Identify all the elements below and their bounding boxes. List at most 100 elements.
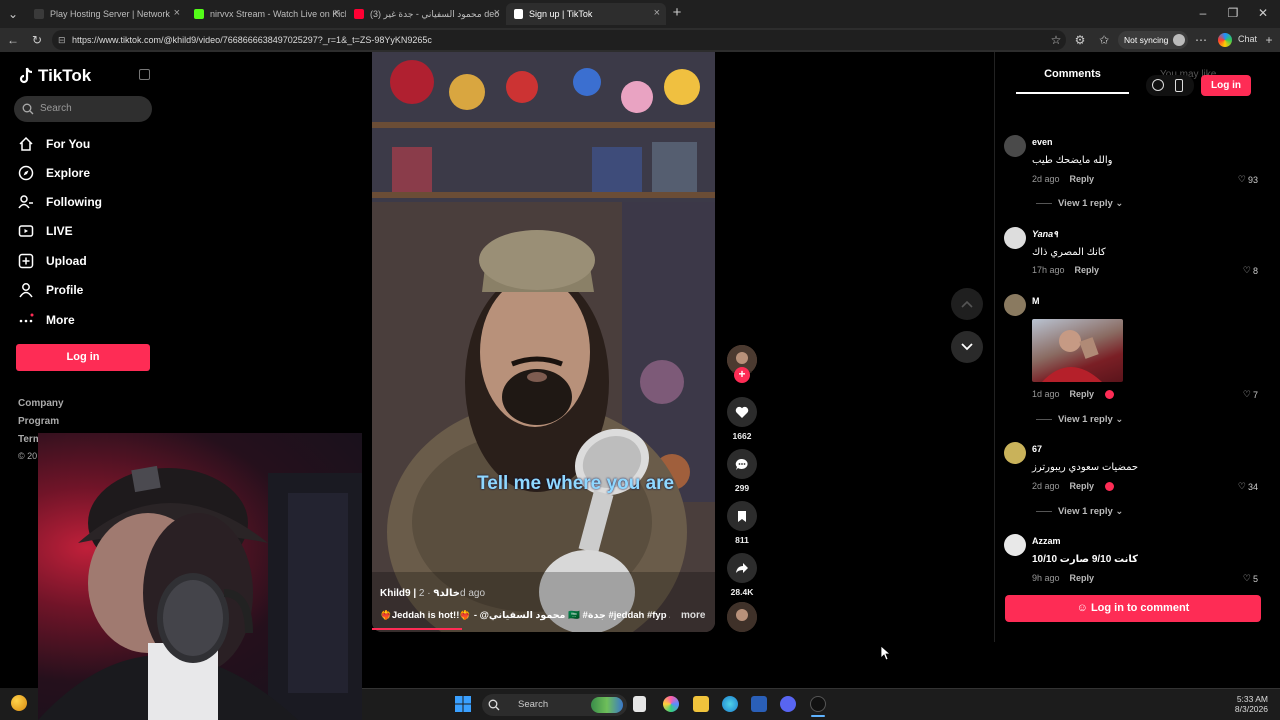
avatar[interactable] [1004,442,1026,464]
header-login-button[interactable]: Log in [1201,75,1251,96]
login-to-comment-button[interactable]: ☺ Log in to comment [1005,595,1261,622]
chevron-down-icon: ⌄ [1115,414,1124,425]
collapse-sidebar-icon[interactable] [139,69,150,80]
creator-avatar-button[interactable]: + [727,345,757,383]
view-replies-link[interactable]: View 1 reply ⌄ [1036,414,1123,425]
nav-profile[interactable]: Profile [18,280,83,300]
reply-link[interactable]: Reply [1070,174,1095,184]
comment-like-button[interactable]: ♡ 34 [1238,481,1258,492]
comment-attached-image[interactable] [1032,319,1123,382]
site-info-icon[interactable]: ⊟ [58,30,66,50]
previous-video-button[interactable] [951,288,983,320]
comment-username[interactable]: 67 [1032,444,1042,454]
nav-upload[interactable]: Upload [18,251,87,271]
edge-browser-icon[interactable] [722,696,738,712]
save-count: 811 [735,535,749,545]
compass-mini-icon[interactable] [1152,79,1164,91]
share-button[interactable]: 28.4K [727,553,757,597]
nav-for-you[interactable]: For You [18,134,90,154]
browser-tab-tiktok[interactable]: Sign up | TikTok × [506,3,666,25]
taskbar-clock[interactable]: 5:33 AM 8/3/2026 [1218,694,1268,714]
phone-icon[interactable] [1175,79,1183,92]
mouse-cursor-icon [881,646,891,661]
comment-like-button[interactable]: ♡ 93 [1238,174,1258,185]
nav-live[interactable]: LIVE [18,221,73,241]
tab-comments[interactable]: Comments [1016,68,1129,94]
tab-list-icon[interactable]: ⌄ [6,7,20,21]
next-video-button[interactable] [951,331,983,363]
discord-icon[interactable] [780,696,796,712]
save-button[interactable]: 811 [727,501,757,545]
nav-following[interactable]: Following [18,192,102,212]
tiktok-logo[interactable]: TikTok [18,66,91,86]
comment-image-content [1042,330,1102,382]
nav-explore[interactable]: Explore [18,163,90,183]
search-input[interactable]: Search [14,96,152,122]
sidebar-login-button[interactable]: Log in [16,344,150,371]
favorite-star-icon[interactable]: ☆ [1049,33,1063,47]
comment-like-button[interactable]: ♡ 5 [1243,573,1258,584]
taskbar-search-input[interactable]: Search [482,694,627,716]
browser-tab-play-hosting[interactable]: Play Hosting Server | Network × [26,3,186,25]
footer-link-company[interactable]: Company [18,398,64,409]
comment-like-button[interactable]: ♡ 8 [1243,265,1258,276]
avatar[interactable] [1004,534,1026,556]
comment-like-button[interactable]: ♡ 7 [1243,389,1258,400]
creator-liked-icon [1104,482,1114,492]
comment-username[interactable]: Azzam [1032,536,1061,546]
avatar[interactable] [1004,294,1026,316]
profile-sync-button[interactable]: Not syncing [1118,31,1188,49]
video-author[interactable]: Khild9 | خالد٩ · 2d ago [380,588,485,599]
reply-link[interactable]: Reply [1070,573,1095,583]
extensions-icon[interactable]: ⚙ [1073,33,1087,47]
reply-link[interactable]: Reply [1070,389,1095,399]
video-frame [372,52,715,632]
avatar[interactable] [1004,227,1026,249]
like-button[interactable]: 1662 [727,397,757,441]
comment-username[interactable]: M [1032,296,1040,306]
window-close-icon[interactable]: ✕ [1256,6,1270,20]
back-icon[interactable]: ← [6,33,20,47]
browser-tab-youtube[interactable]: محمود السفياني - جدة غير (3) deo × [346,3,506,25]
refresh-icon[interactable]: ↻ [30,33,44,47]
sidebar-add-icon[interactable]: + [1262,33,1276,47]
settings-more-icon[interactable]: ⋯ [1194,33,1208,47]
view-replies-link[interactable]: View 1 reply ⌄ [1036,506,1123,517]
store-icon[interactable] [751,696,767,712]
obs-icon[interactable] [810,696,826,712]
follow-plus-icon[interactable]: + [734,367,750,383]
reply-link[interactable]: Reply [1070,481,1095,491]
footer-link-program[interactable]: Program [18,416,59,427]
favorites-icon[interactable]: ✩ [1097,33,1111,47]
new-tab-icon[interactable]: + [670,5,684,20]
following-icon [18,195,33,209]
chat-button[interactable]: Chat [1238,34,1257,44]
avatar[interactable] [1004,135,1026,157]
close-tab-icon[interactable]: × [654,7,660,19]
comment-username[interactable]: Yana٩ [1032,229,1058,240]
webcam-overlay [38,433,362,720]
reply-link[interactable]: Reply [1075,265,1100,275]
video-progress-bar[interactable] [372,628,462,630]
copilot-taskbar-icon[interactable] [663,696,679,712]
video-player[interactable] [372,52,715,632]
comment-username[interactable]: even [1032,137,1053,147]
minimize-icon[interactable]: – [1196,6,1210,20]
comment-text: والله مايضحك طيب [1032,155,1113,166]
description-more-link[interactable]: more [681,610,705,621]
comment-button[interactable]: 299 [727,449,757,493]
copilot-icon[interactable] [1218,33,1232,47]
file-explorer-icon[interactable] [693,696,709,712]
view-replies-link[interactable]: View 1 reply ⌄ [1036,198,1123,209]
browser-tab-kick[interactable]: nirvvx Stream - Watch Live on Kick × [186,3,346,25]
weather-icon[interactable] [11,695,27,711]
close-tab-icon[interactable]: × [494,7,500,19]
close-tab-icon[interactable]: × [174,7,180,19]
url-field[interactable]: ⊟ https://www.tiktok.com/@khild9/video/7… [52,30,1066,50]
windows-start-icon[interactable] [455,696,471,712]
task-view-icon[interactable] [633,696,646,712]
close-tab-icon[interactable]: × [334,7,340,19]
maximize-icon[interactable]: ❐ [1226,6,1240,20]
sound-avatar-button[interactable] [727,602,757,632]
nav-more[interactable]: More [18,310,75,330]
